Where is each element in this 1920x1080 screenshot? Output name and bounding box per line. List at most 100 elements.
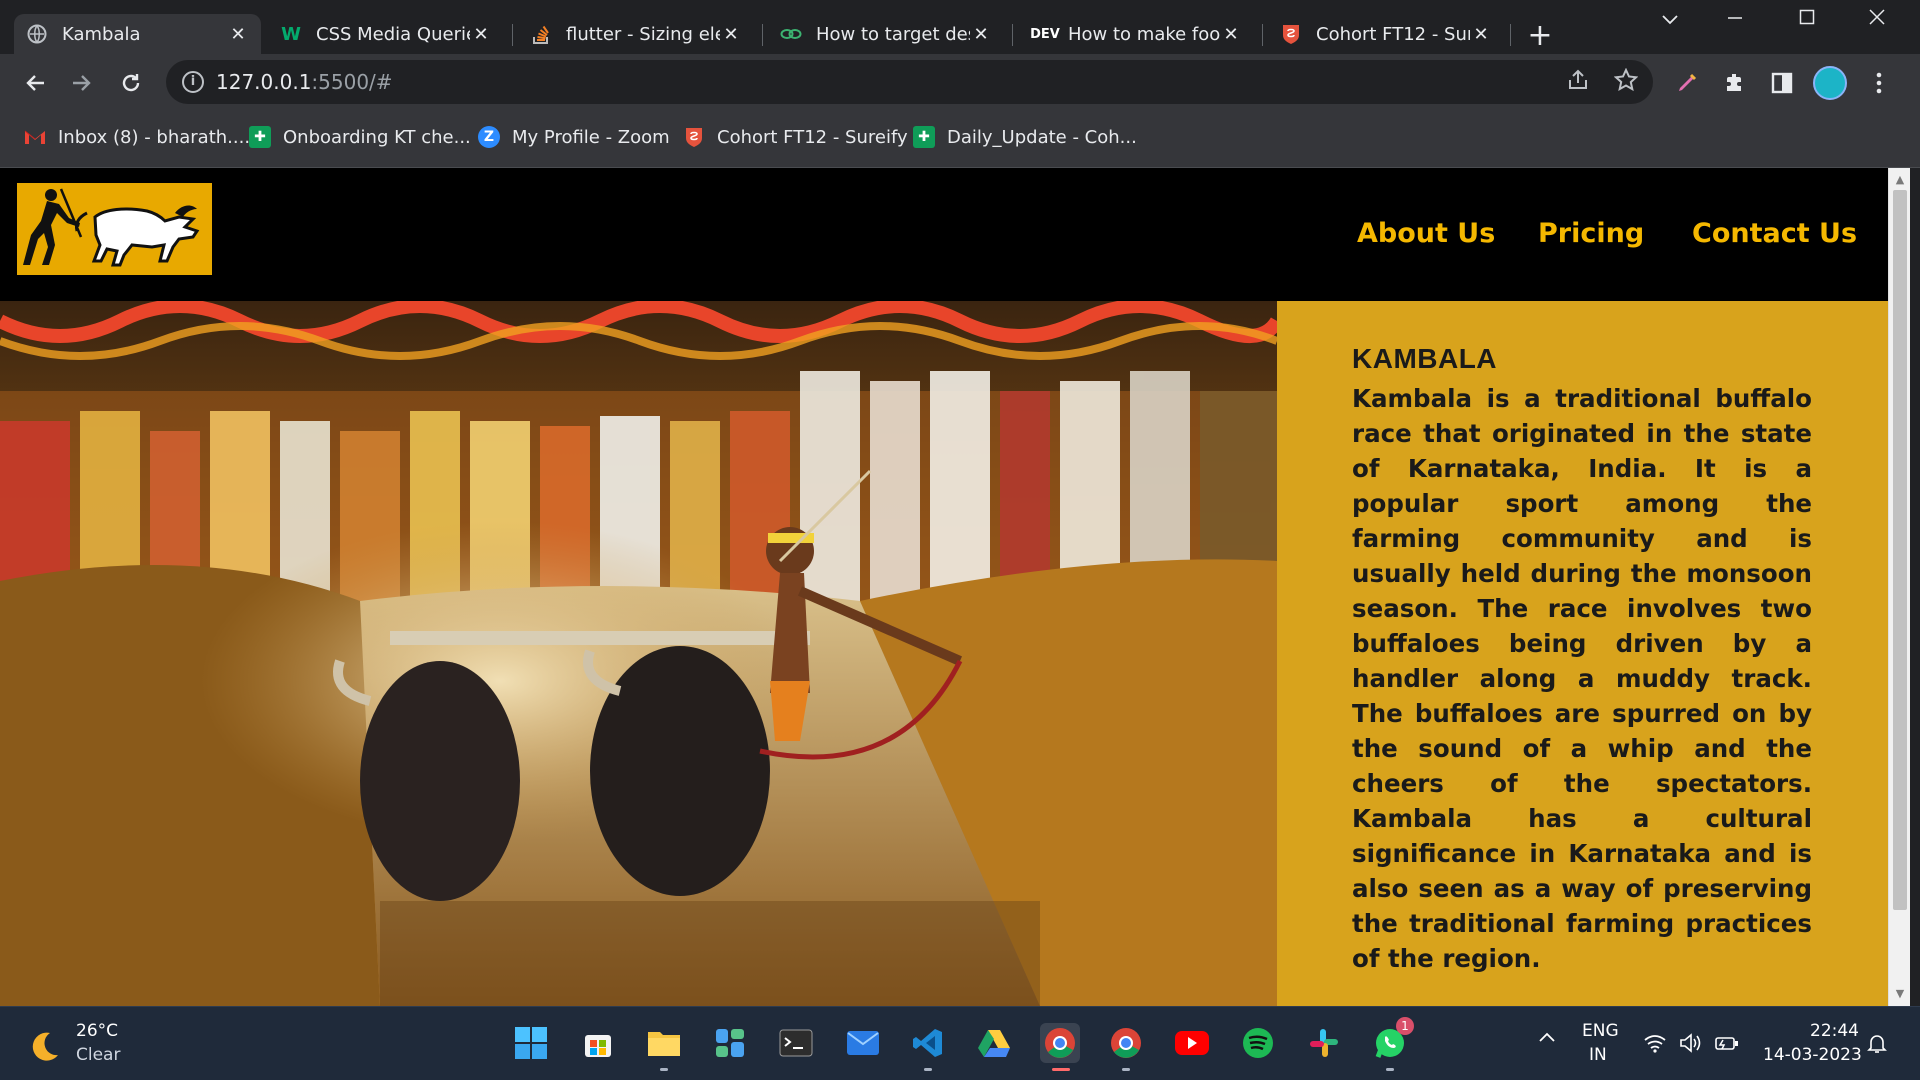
zoom-icon: Z bbox=[478, 126, 500, 148]
panel-description: Kambala is a traditional buffalo race th… bbox=[1352, 384, 1812, 973]
minimize-button[interactable] bbox=[1715, 8, 1755, 31]
tab-make-footer[interactable]: DEV How to make foote ✕ bbox=[1018, 14, 1254, 54]
site-logo[interactable] bbox=[17, 183, 212, 275]
tab-search-icon[interactable] bbox=[1650, 10, 1690, 31]
nav-contact-us[interactable]: Contact Us bbox=[1692, 218, 1857, 249]
bookmark-daily-update[interactable]: ✚ Daily_Update - Coh... bbox=[913, 126, 1137, 148]
bookmark-star-icon[interactable] bbox=[1613, 67, 1639, 98]
window-border bbox=[1910, 168, 1920, 1006]
new-tab-button[interactable]: + bbox=[1525, 21, 1555, 52]
volume-icon[interactable] bbox=[1679, 1033, 1703, 1058]
tab-title: How to target desk bbox=[816, 23, 970, 45]
tab-cohort-ft12[interactable]: Cohort FT12 - Sure ✕ bbox=[1268, 14, 1504, 54]
file-explorer-icon[interactable] bbox=[644, 1023, 684, 1071]
close-icon[interactable]: ✕ bbox=[1220, 24, 1242, 45]
w3schools-icon: W bbox=[281, 23, 301, 45]
chrome-icon[interactable] bbox=[1040, 1023, 1080, 1071]
microsoft-store-icon[interactable] bbox=[578, 1023, 618, 1063]
tab-title: CSS Media Queries bbox=[316, 23, 470, 45]
scroll-up-arrow-icon[interactable]: ▲ bbox=[1889, 170, 1911, 190]
wifi-icon[interactable] bbox=[1643, 1033, 1667, 1058]
clock-time[interactable]: 22:44 bbox=[1810, 1021, 1859, 1041]
site-header: About Us Pricing Contact Us bbox=[0, 168, 1888, 301]
share-icon[interactable] bbox=[1566, 68, 1590, 98]
maximize-button[interactable] bbox=[1787, 8, 1827, 31]
shield-icon bbox=[683, 126, 705, 148]
weather-temperature[interactable]: 26°C bbox=[76, 1021, 118, 1041]
forward-button[interactable] bbox=[63, 64, 101, 102]
tab-strip: Kambala ✕ W CSS Media Queries ✕ flutter … bbox=[0, 0, 1920, 54]
globe-icon bbox=[26, 23, 48, 45]
scroll-down-arrow-icon[interactable]: ▼ bbox=[1889, 984, 1911, 1004]
bookmark-inbox[interactable]: Inbox (8) - bharath.... bbox=[24, 126, 250, 148]
nav-pricing[interactable]: Pricing bbox=[1538, 218, 1644, 249]
taskbar: 26°C Clear 1 ENG IN 22:44 14-03-2023 bbox=[0, 1006, 1920, 1080]
bookmarks-bar: Inbox (8) - bharath.... ✚ Onboarding KT … bbox=[0, 112, 1920, 168]
bookmark-label: Inbox (8) - bharath.... bbox=[58, 126, 251, 148]
tab-separator bbox=[1262, 24, 1263, 46]
terminal-icon[interactable] bbox=[776, 1023, 816, 1063]
pen-extension-icon[interactable] bbox=[1668, 64, 1706, 102]
notifications-icon[interactable] bbox=[1866, 1033, 1888, 1060]
tab-separator bbox=[762, 24, 763, 46]
site-info-icon[interactable]: i bbox=[182, 71, 204, 93]
tab-separator bbox=[1510, 24, 1511, 46]
widgets-icon[interactable] bbox=[710, 1023, 750, 1063]
tab-separator bbox=[1012, 24, 1013, 46]
hero-image bbox=[0, 301, 1277, 1006]
running-indicator bbox=[1052, 1068, 1070, 1071]
whatsapp-icon[interactable]: 1 bbox=[1370, 1017, 1414, 1071]
menu-kebab-icon[interactable] bbox=[1860, 64, 1898, 102]
reload-button[interactable] bbox=[112, 64, 150, 102]
close-icon[interactable]: ✕ bbox=[1470, 24, 1492, 45]
mail-icon[interactable] bbox=[843, 1023, 883, 1063]
chevron-up-icon[interactable] bbox=[1538, 1029, 1556, 1049]
bookmark-zoom[interactable]: Z My Profile - Zoom bbox=[478, 126, 670, 148]
sheets-icon: ✚ bbox=[249, 126, 271, 148]
sheets-icon: ✚ bbox=[913, 126, 935, 148]
close-icon[interactable]: ✕ bbox=[470, 24, 492, 45]
clock-date[interactable]: 14-03-2023 bbox=[1763, 1045, 1862, 1065]
tab-target-desktop[interactable]: How to target desk ✕ bbox=[768, 14, 1004, 54]
vscode-icon[interactable] bbox=[908, 1023, 948, 1071]
close-icon[interactable]: ✕ bbox=[227, 24, 249, 45]
close-icon[interactable]: ✕ bbox=[720, 24, 742, 45]
extensions-icon[interactable] bbox=[1716, 64, 1754, 102]
spotify-icon[interactable] bbox=[1238, 1023, 1278, 1063]
close-window-button[interactable] bbox=[1857, 8, 1897, 31]
address-bar[interactable]: i 127.0.0.1:5500/# bbox=[166, 60, 1653, 104]
battery-icon[interactable] bbox=[1714, 1033, 1740, 1058]
tab-flutter-sizing[interactable]: flutter - Sizing elem ✕ bbox=[518, 14, 754, 54]
page-viewport: About Us Pricing Contact Us KAMBALA Kamb… bbox=[0, 168, 1920, 1006]
shield-icon bbox=[1280, 23, 1302, 45]
running-indicator bbox=[1122, 1068, 1130, 1071]
back-button[interactable] bbox=[16, 64, 54, 102]
moon-icon[interactable] bbox=[28, 1029, 62, 1063]
weather-condition[interactable]: Clear bbox=[76, 1045, 120, 1065]
start-button[interactable] bbox=[511, 1023, 551, 1063]
page-scrollbar[interactable]: ▲ ▼ bbox=[1888, 168, 1910, 1006]
dev-icon: DEV bbox=[1030, 26, 1060, 42]
url-path: :5500/# bbox=[311, 70, 393, 94]
bookmark-label: Cohort FT12 - Sureify bbox=[717, 126, 908, 148]
slack-icon[interactable] bbox=[1304, 1023, 1344, 1063]
region-indicator[interactable]: IN bbox=[1589, 1045, 1607, 1065]
youtube-icon[interactable] bbox=[1172, 1023, 1212, 1063]
browser-toolbar: i 127.0.0.1:5500/# bbox=[0, 54, 1920, 112]
close-icon[interactable]: ✕ bbox=[970, 24, 992, 45]
language-indicator[interactable]: ENG bbox=[1582, 1021, 1619, 1041]
tab-title: Cohort FT12 - Sure bbox=[1316, 23, 1470, 45]
profile-avatar[interactable] bbox=[1813, 66, 1847, 100]
bookmark-onboarding[interactable]: ✚ Onboarding KT che... bbox=[249, 126, 471, 148]
chrome-profile-icon[interactable] bbox=[1106, 1023, 1146, 1071]
nav-about-us[interactable]: About Us bbox=[1357, 218, 1495, 249]
tab-title: How to make foote bbox=[1068, 23, 1220, 45]
tab-kambala[interactable]: Kambala ✕ bbox=[14, 14, 261, 54]
screen: Kambala ✕ W CSS Media Queries ✕ flutter … bbox=[0, 0, 1920, 1080]
info-panel: KAMBALA Kambala is a traditional buffalo… bbox=[1277, 301, 1888, 1006]
scrollbar-thumb[interactable] bbox=[1893, 190, 1907, 910]
google-drive-icon[interactable] bbox=[974, 1023, 1014, 1063]
side-panel-icon[interactable] bbox=[1763, 64, 1801, 102]
bookmark-cohort[interactable]: Cohort FT12 - Sureify bbox=[683, 126, 908, 148]
tab-css-media-queries[interactable]: W CSS Media Queries ✕ bbox=[268, 14, 504, 54]
